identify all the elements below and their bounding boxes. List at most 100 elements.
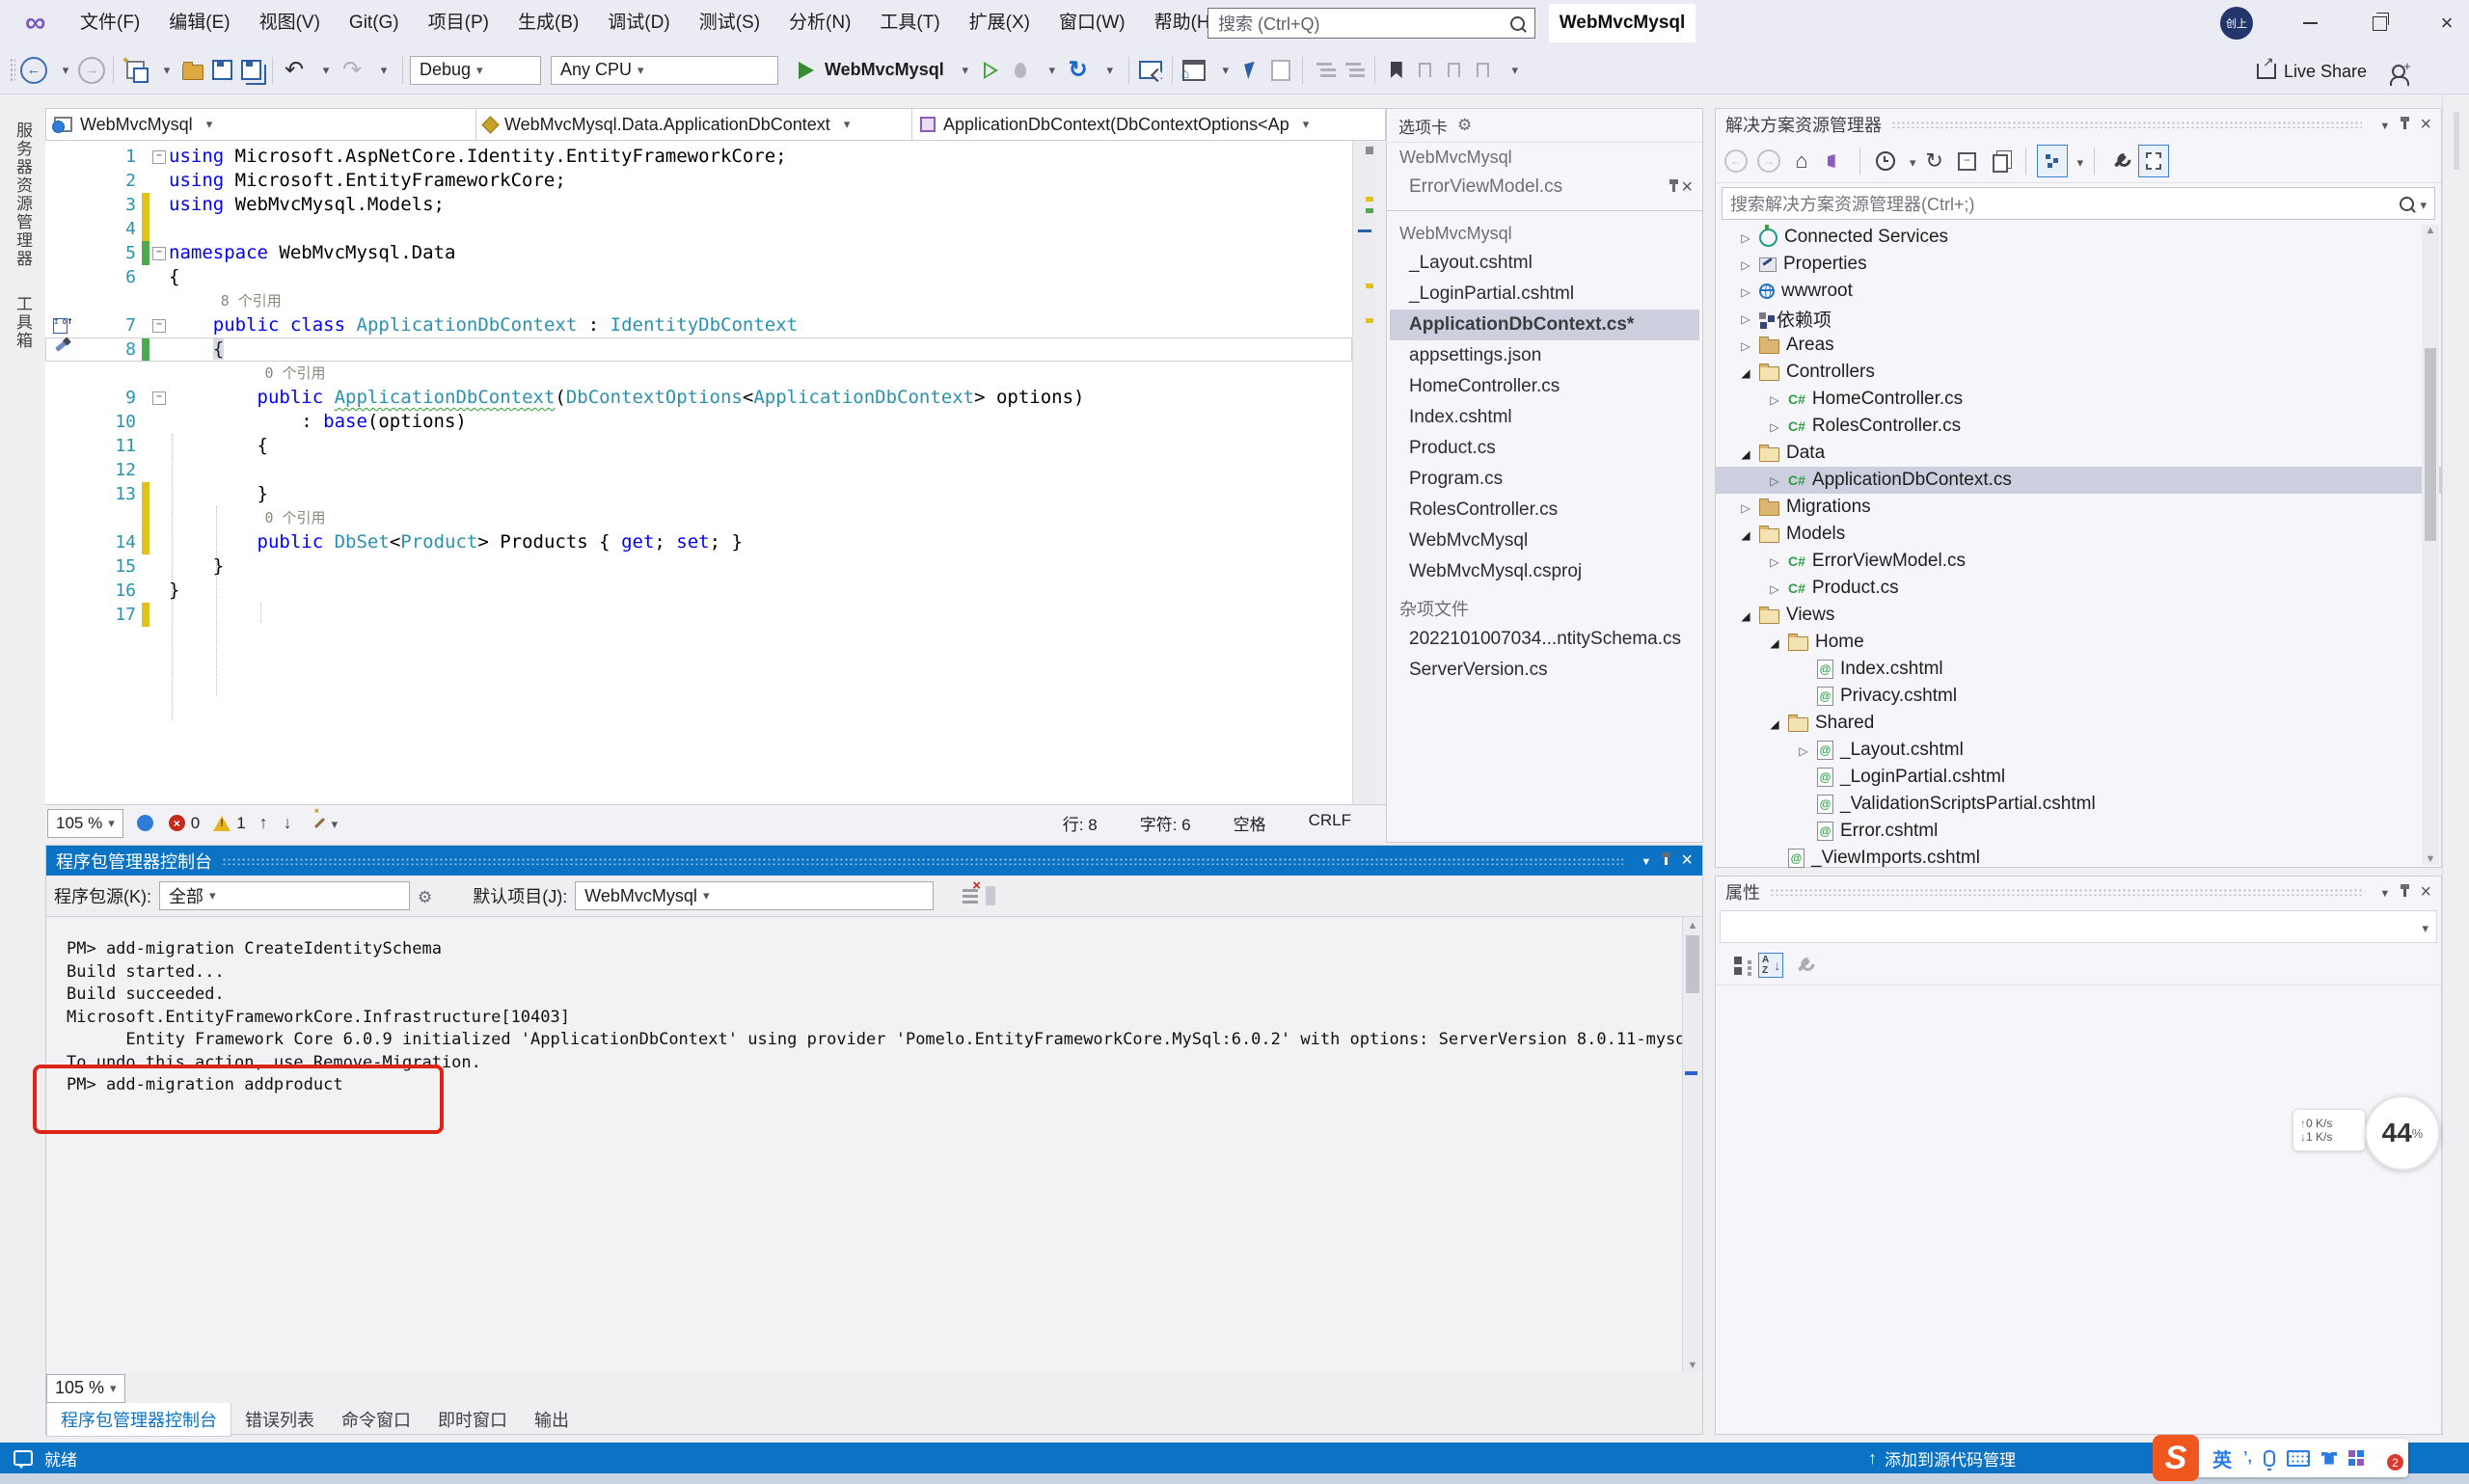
scroll-down-icon[interactable]: ▼ bbox=[2422, 853, 2439, 865]
toggle-bookmark-button[interactable] bbox=[1383, 53, 1410, 88]
editor-zoom-combo[interactable]: 105 % bbox=[47, 809, 123, 838]
chevron-expanded-icon[interactable] bbox=[1739, 524, 1752, 545]
decrease-indent-button[interactable] bbox=[1311, 53, 1338, 88]
collapse-all-button[interactable]: − bbox=[1953, 146, 1982, 176]
redo-button[interactable] bbox=[339, 53, 366, 88]
code-cleanup-dropdown[interactable] bbox=[326, 814, 339, 833]
redo-dropdown[interactable] bbox=[367, 53, 394, 88]
hot-reload-button[interactable] bbox=[1007, 53, 1034, 88]
tab-card-item[interactable]: Program.cs bbox=[1387, 464, 1702, 495]
line-indicator[interactable]: 行: 8 bbox=[1063, 811, 1098, 835]
fold-toggle[interactable]: − bbox=[152, 150, 166, 164]
menu-item[interactable]: 编辑(E) bbox=[154, 0, 244, 46]
column-indicator[interactable]: 字符: 6 bbox=[1140, 811, 1191, 835]
ime-punctuation-icon[interactable]: ’, bbox=[2243, 1449, 2252, 1467]
tree-item-shared[interactable]: Shared bbox=[1716, 710, 2441, 737]
tree-item-index-cshtml[interactable]: @Index.cshtml bbox=[1716, 656, 2441, 683]
tool-window-tab[interactable]: 命令窗口 bbox=[328, 1403, 424, 1436]
autohide-tab-left[interactable]: 工具箱 bbox=[11, 295, 35, 350]
chevron-collapsed-icon[interactable] bbox=[1739, 335, 1752, 356]
minimize-button[interactable] bbox=[2288, 0, 2332, 46]
pin-icon[interactable] bbox=[1672, 183, 1675, 192]
live-share-button[interactable]: Live Share bbox=[2257, 62, 2367, 82]
open-file-button[interactable] bbox=[179, 53, 206, 88]
tab-card-item[interactable]: ErrorViewModel.cs bbox=[1387, 172, 1702, 202]
chevron-collapsed-icon[interactable] bbox=[1768, 470, 1781, 491]
panel-menu-icon[interactable] bbox=[1641, 853, 1651, 868]
properties-button[interactable] bbox=[1986, 146, 2015, 176]
properties-wrench-button[interactable] bbox=[2105, 146, 2134, 176]
show-all-files-button[interactable] bbox=[2138, 145, 2169, 177]
tab-card-item[interactable]: WebMvcMysql.csproj bbox=[1387, 556, 1702, 587]
window-home-dropdown[interactable] bbox=[1209, 53, 1236, 88]
solution-platform-combo[interactable]: Any CPU bbox=[551, 56, 778, 85]
toolbar-grip[interactable] bbox=[10, 58, 15, 83]
undo-button[interactable] bbox=[281, 53, 308, 88]
panel-menu-icon[interactable] bbox=[2379, 118, 2390, 132]
tool-window-tab[interactable]: 错误列表 bbox=[231, 1403, 328, 1436]
codelens-row[interactable]: 0 个引用 bbox=[45, 362, 1352, 386]
default-project-combo[interactable]: WebMvcMysql bbox=[575, 881, 934, 910]
tree-item-homecontroller-cs[interactable]: C#HomeController.cs bbox=[1716, 386, 2441, 413]
console-zoom-combo[interactable]: 105 % bbox=[46, 1374, 125, 1403]
prev-issue-icon[interactable]: ↑ bbox=[259, 813, 268, 833]
switch-views-button[interactable] bbox=[1820, 146, 1849, 176]
chevron-collapsed-icon[interactable] bbox=[1739, 281, 1752, 302]
new-project-dropdown[interactable] bbox=[150, 53, 177, 88]
tab-card-item[interactable]: HomeController.cs bbox=[1387, 371, 1702, 402]
tree-item-connected-services[interactable]: Connected Services bbox=[1716, 224, 2441, 251]
tab-card-item[interactable]: RolesController.cs bbox=[1387, 495, 1702, 526]
forward-button[interactable]: → bbox=[1754, 146, 1783, 176]
tab-card-item[interactable]: ApplicationDbContext.cs* bbox=[1390, 310, 1699, 340]
quick-search-box[interactable]: 搜索 (Ctrl+Q) bbox=[1207, 8, 1535, 39]
quick-actions-icon[interactable] bbox=[55, 339, 68, 352]
home-button[interactable] bbox=[1787, 146, 1816, 176]
start-without-debugging-button[interactable] bbox=[978, 53, 1005, 88]
tree-item-data[interactable]: Data bbox=[1716, 440, 2441, 467]
sogou-logo-icon[interactable]: S bbox=[2153, 1435, 2199, 1481]
pin-icon[interactable] bbox=[2403, 121, 2406, 129]
tree-item-controllers[interactable]: Controllers bbox=[1716, 359, 2441, 386]
pin-icon[interactable] bbox=[2403, 888, 2406, 897]
menu-item[interactable]: 生成(B) bbox=[503, 0, 593, 46]
scroll-down-icon[interactable]: ▼ bbox=[1683, 1360, 1702, 1371]
restart-dropdown[interactable] bbox=[1094, 53, 1121, 88]
chevron-collapsed-icon[interactable] bbox=[1739, 227, 1752, 248]
clear-console-icon[interactable] bbox=[963, 889, 978, 892]
tree-item-migrations[interactable]: Migrations bbox=[1716, 494, 2441, 521]
fold-toggle[interactable]: − bbox=[152, 391, 166, 405]
toolbox-grid-icon[interactable] bbox=[2348, 1450, 2355, 1457]
tree-item-models[interactable]: Models bbox=[1716, 521, 2441, 548]
warning-count[interactable]: 1 bbox=[236, 814, 245, 833]
save-button[interactable] bbox=[208, 53, 235, 88]
keyboard-icon[interactable] bbox=[2287, 1450, 2310, 1467]
tree-item-_validationscriptspartial-cshtml[interactable]: @_ValidationScriptsPartial.cshtml bbox=[1716, 791, 2441, 818]
notification-bell[interactable]: 2 bbox=[2375, 1446, 2399, 1470]
feedback-icon[interactable] bbox=[14, 1450, 33, 1466]
restart-app-button[interactable] bbox=[1065, 53, 1092, 88]
tree-item-error-cshtml[interactable]: @Error.cshtml bbox=[1716, 818, 2441, 845]
close-panel-icon[interactable]: × bbox=[1681, 850, 1693, 872]
menu-item[interactable]: 窗口(W) bbox=[1045, 0, 1140, 46]
chevron-expanded-icon[interactable] bbox=[1768, 632, 1781, 653]
menu-item[interactable]: 扩展(X) bbox=[955, 0, 1045, 46]
tree-item-privacy-cshtml[interactable]: @Privacy.cshtml bbox=[1716, 683, 2441, 710]
scroll-up-icon[interactable]: ▲ bbox=[1683, 917, 1702, 931]
tab-card-item[interactable]: WebMvcMysql bbox=[1387, 526, 1702, 556]
close-button[interactable] bbox=[2425, 0, 2469, 46]
scrollbar-button[interactable] bbox=[1366, 147, 1373, 154]
menu-item[interactable]: 工具(T) bbox=[865, 0, 954, 46]
tree-item-_viewimports-cshtml[interactable]: @_ViewImports.cshtml bbox=[1716, 845, 2441, 868]
chevron-collapsed-icon[interactable] bbox=[1739, 254, 1752, 275]
codelens-row[interactable]: 8 个引用 bbox=[45, 289, 1352, 313]
avatar[interactable]: 创上 bbox=[2220, 7, 2253, 40]
start-debugging-button[interactable] bbox=[793, 53, 820, 88]
console-scrollbar[interactable]: ▲ ▼ bbox=[1682, 917, 1702, 1373]
selection-mode-button[interactable] bbox=[1238, 53, 1265, 88]
chevron-collapsed-icon[interactable] bbox=[1739, 308, 1752, 329]
alphabetical-sort-button[interactable]: AZ bbox=[1758, 953, 1783, 978]
tab-card-item[interactable]: Index.cshtml bbox=[1387, 402, 1702, 433]
solution-search-box[interactable]: 搜索解决方案资源管理器(Ctrl+;) bbox=[1722, 187, 2435, 220]
menu-item[interactable]: 调试(D) bbox=[593, 0, 684, 46]
console-header[interactable]: 程序包管理器控制台 × bbox=[46, 846, 1702, 876]
